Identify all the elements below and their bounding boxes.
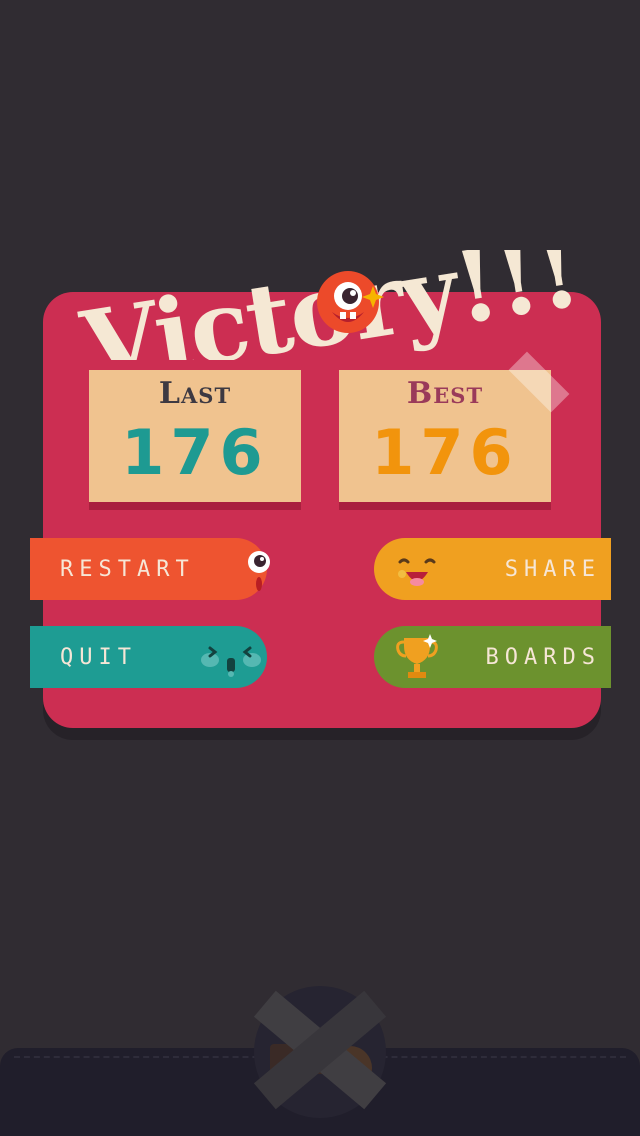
x-close-icon	[253, 986, 387, 1118]
game-over-screen: Victory!!! Last 176 Best 176 RESTART	[0, 0, 640, 1136]
last-score-label: Last	[158, 376, 232, 411]
restart-button[interactable]: RESTART	[30, 538, 270, 600]
best-score-value: 176	[371, 416, 519, 489]
quit-button[interactable]: QUIT	[30, 626, 267, 688]
share-button[interactable]: SHARE	[374, 538, 611, 600]
quit-button-label: QUIT	[60, 644, 137, 670]
boards-button[interactable]: BOARDS	[374, 626, 611, 688]
close-button[interactable]	[240, 980, 400, 1120]
happy-face-icon	[394, 544, 444, 594]
share-button-label: SHARE	[504, 556, 601, 582]
last-score-value: 176	[121, 416, 269, 489]
trophy-icon	[392, 632, 442, 682]
restart-button-label: RESTART	[60, 556, 195, 582]
boards-button-label: BOARDS	[485, 644, 601, 670]
best-score-card: Best 176	[339, 370, 551, 502]
surprised-face-icon	[234, 544, 284, 594]
sleepy-face-icon	[200, 632, 264, 682]
victory-title: Victory!!!	[70, 214, 610, 406]
last-score-card: Last 176	[89, 370, 301, 502]
